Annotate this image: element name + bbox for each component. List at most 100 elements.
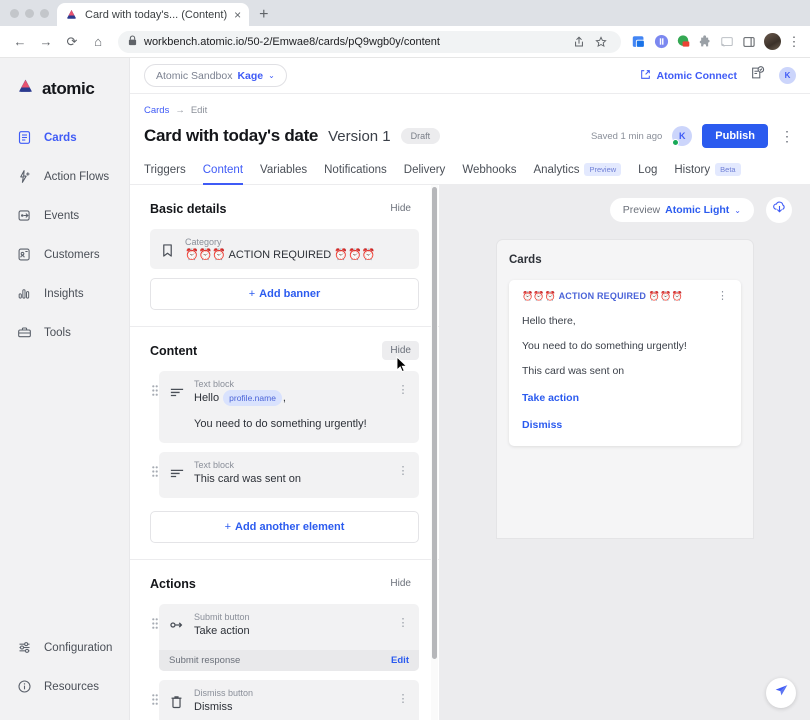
- publish-button[interactable]: Publish: [702, 124, 768, 148]
- tab-log[interactable]: Log: [638, 158, 657, 184]
- app-root: Card with today's... (Content) × + ← → ⟳…: [0, 0, 810, 720]
- tab-webhooks[interactable]: Webhooks: [462, 158, 516, 184]
- block-text-line-1: Hello profile.name,: [194, 390, 387, 407]
- action-block-row[interactable]: Submit button Take action ⋮ Submit respo…: [150, 604, 419, 672]
- star-icon[interactable]: [591, 32, 611, 52]
- breadcrumb-cards[interactable]: Cards: [144, 105, 169, 116]
- text-after-token: ,: [282, 392, 286, 404]
- page-title: Card with today's date: [144, 126, 319, 145]
- drag-handle-icon[interactable]: [150, 452, 159, 477]
- drag-handle-icon[interactable]: [150, 680, 159, 705]
- add-banner-button[interactable]: + Add banner: [150, 278, 419, 310]
- release-notes-icon[interactable]: [750, 65, 766, 86]
- preview-theme-selector[interactable]: Preview Atomic Light ⌄: [609, 198, 754, 222]
- sidebar-item-cards[interactable]: Cards: [0, 118, 129, 157]
- profile-avatar[interactable]: [764, 33, 781, 50]
- reload-icon[interactable]: ⟳: [60, 30, 84, 54]
- sidebar-item-configuration[interactable]: Configuration: [0, 628, 129, 667]
- maximize-window-dot[interactable]: [40, 8, 49, 18]
- dismiss-action-block[interactable]: Dismiss button Dismiss ⋮: [159, 680, 419, 720]
- brand-name: atomic: [42, 79, 95, 98]
- block-menu-icon[interactable]: ⋮: [397, 612, 409, 629]
- puzzle-extension-icon[interactable]: [695, 32, 715, 52]
- submit-action-block[interactable]: Submit button Take action ⋮ Submit respo…: [159, 604, 419, 672]
- preview-card-menu-icon[interactable]: ⋮: [717, 291, 728, 302]
- hide-content-button[interactable]: Hide: [382, 341, 419, 360]
- send-card-button[interactable]: [766, 678, 796, 708]
- text-block-1[interactable]: Text block Hello profile.name, You need …: [159, 371, 419, 444]
- sidebar-item-insights[interactable]: Insights: [0, 274, 129, 313]
- sidebar-item-label: Resources: [44, 680, 99, 693]
- drag-handle-icon[interactable]: [150, 604, 159, 629]
- close-tab-icon[interactable]: ×: [234, 9, 241, 21]
- text-before-token: Hello: [194, 392, 220, 404]
- sandbox-selector[interactable]: Atomic Sandbox Kage ⌄: [144, 64, 287, 87]
- content-block-row[interactable]: Text block Hello profile.name, You need …: [150, 371, 419, 444]
- beta-badge: Beta: [715, 163, 741, 176]
- browser-tab[interactable]: Card with today's... (Content) ×: [57, 3, 250, 26]
- cloud-download-button[interactable]: [766, 197, 792, 223]
- block-menu-icon[interactable]: ⋮: [397, 460, 409, 477]
- tab-content[interactable]: Content: [202, 158, 244, 185]
- reading-list-icon[interactable]: [629, 32, 649, 52]
- sidebar-item-tools[interactable]: Tools: [0, 313, 129, 352]
- preview-take-action-link[interactable]: Take action: [522, 392, 728, 404]
- more-options-icon[interactable]: ⋮: [778, 129, 796, 143]
- tab-variables[interactable]: Variables: [260, 158, 307, 184]
- cast-icon[interactable]: [717, 32, 737, 52]
- breadcrumb: Cards → Edit: [144, 105, 796, 116]
- avatar[interactable]: K: [672, 126, 693, 146]
- editor-preview-split: Basic details Hide Category ⏰⏰⏰ ACTION R…: [130, 185, 810, 720]
- tab-analytics[interactable]: Analytics Preview: [533, 157, 622, 184]
- block-menu-icon[interactable]: ⋮: [397, 688, 409, 705]
- hide-actions-button[interactable]: Hide: [382, 574, 419, 593]
- user-avatar[interactable]: K: [779, 67, 796, 84]
- editor-sections: Basic details Hide Category ⏰⏰⏰ ACTION R…: [130, 185, 439, 720]
- sidebar-item-customers[interactable]: Customers: [0, 235, 129, 274]
- sliders-icon: [16, 639, 33, 656]
- share-icon[interactable]: [569, 32, 589, 52]
- variable-token[interactable]: profile.name: [223, 390, 282, 407]
- editor-scrollbar-track[interactable]: [431, 185, 438, 720]
- window-controls[interactable]: [8, 0, 57, 26]
- breadcrumb-arrow-icon: →: [175, 105, 185, 116]
- info-extension-icon[interactable]: [651, 32, 671, 52]
- address-bar[interactable]: workbench.atomic.io/50-2/Emwae8/cards/pQ…: [118, 30, 621, 53]
- edit-submit-response-button[interactable]: Edit: [391, 655, 409, 666]
- minimize-window-dot[interactable]: [25, 8, 34, 18]
- block-menu-icon[interactable]: ⋮: [397, 379, 409, 396]
- preview-dismiss-link[interactable]: Dismiss: [522, 419, 728, 431]
- chevron-down-icon: ⌄: [268, 71, 275, 80]
- hide-basic-details-button[interactable]: Hide: [382, 199, 419, 218]
- action-block-row[interactable]: Dismiss button Dismiss ⋮: [150, 680, 419, 720]
- add-another-element-button[interactable]: + Add another element: [150, 511, 419, 544]
- tab-triggers[interactable]: Triggers: [144, 158, 186, 184]
- sidebar-item-events[interactable]: Events: [0, 196, 129, 235]
- text-block-2[interactable]: Text block This card was sent on ⋮: [159, 452, 419, 499]
- preview-card[interactable]: ⏰⏰⏰ ACTION REQUIRED ⏰⏰⏰ ⋮ Hello there, Y…: [509, 280, 741, 446]
- editor-scrollbar-thumb[interactable]: [431, 187, 437, 659]
- sidepanel-icon[interactable]: [739, 32, 759, 52]
- sidebar-item-label: Events: [44, 209, 80, 222]
- sidebar-item-resources[interactable]: Resources: [0, 667, 129, 706]
- tab-label: History: [674, 163, 711, 176]
- back-icon[interactable]: ←: [8, 30, 32, 54]
- atomic-connect-link[interactable]: Atomic Connect: [640, 69, 737, 83]
- brand-logo[interactable]: atomic: [0, 70, 129, 104]
- sidebar-item-label: Configuration: [44, 641, 113, 654]
- sidebar-item-action-flows[interactable]: Action Flows: [0, 157, 129, 196]
- category-label: Category: [185, 237, 222, 247]
- close-window-dot[interactable]: [10, 8, 19, 18]
- recorder-extension-icon[interactable]: [673, 32, 693, 52]
- tab-history[interactable]: History Beta: [674, 157, 741, 184]
- drag-handle-icon[interactable]: [150, 371, 159, 396]
- tab-notifications[interactable]: Notifications: [324, 158, 387, 184]
- content-block-row[interactable]: Text block This card was sent on ⋮: [150, 452, 419, 499]
- browser-menu-icon[interactable]: ⋮: [786, 35, 802, 48]
- category-field[interactable]: Category ⏰⏰⏰ ACTION REQUIRED ⏰⏰⏰: [150, 229, 419, 269]
- home-icon[interactable]: ⌂: [86, 30, 110, 54]
- new-tab-icon[interactable]: +: [259, 6, 268, 24]
- tab-delivery[interactable]: Delivery: [404, 158, 446, 184]
- preview-card-category: ⏰⏰⏰ ACTION REQUIRED ⏰⏰⏰: [522, 291, 684, 301]
- forward-icon[interactable]: →: [34, 30, 58, 54]
